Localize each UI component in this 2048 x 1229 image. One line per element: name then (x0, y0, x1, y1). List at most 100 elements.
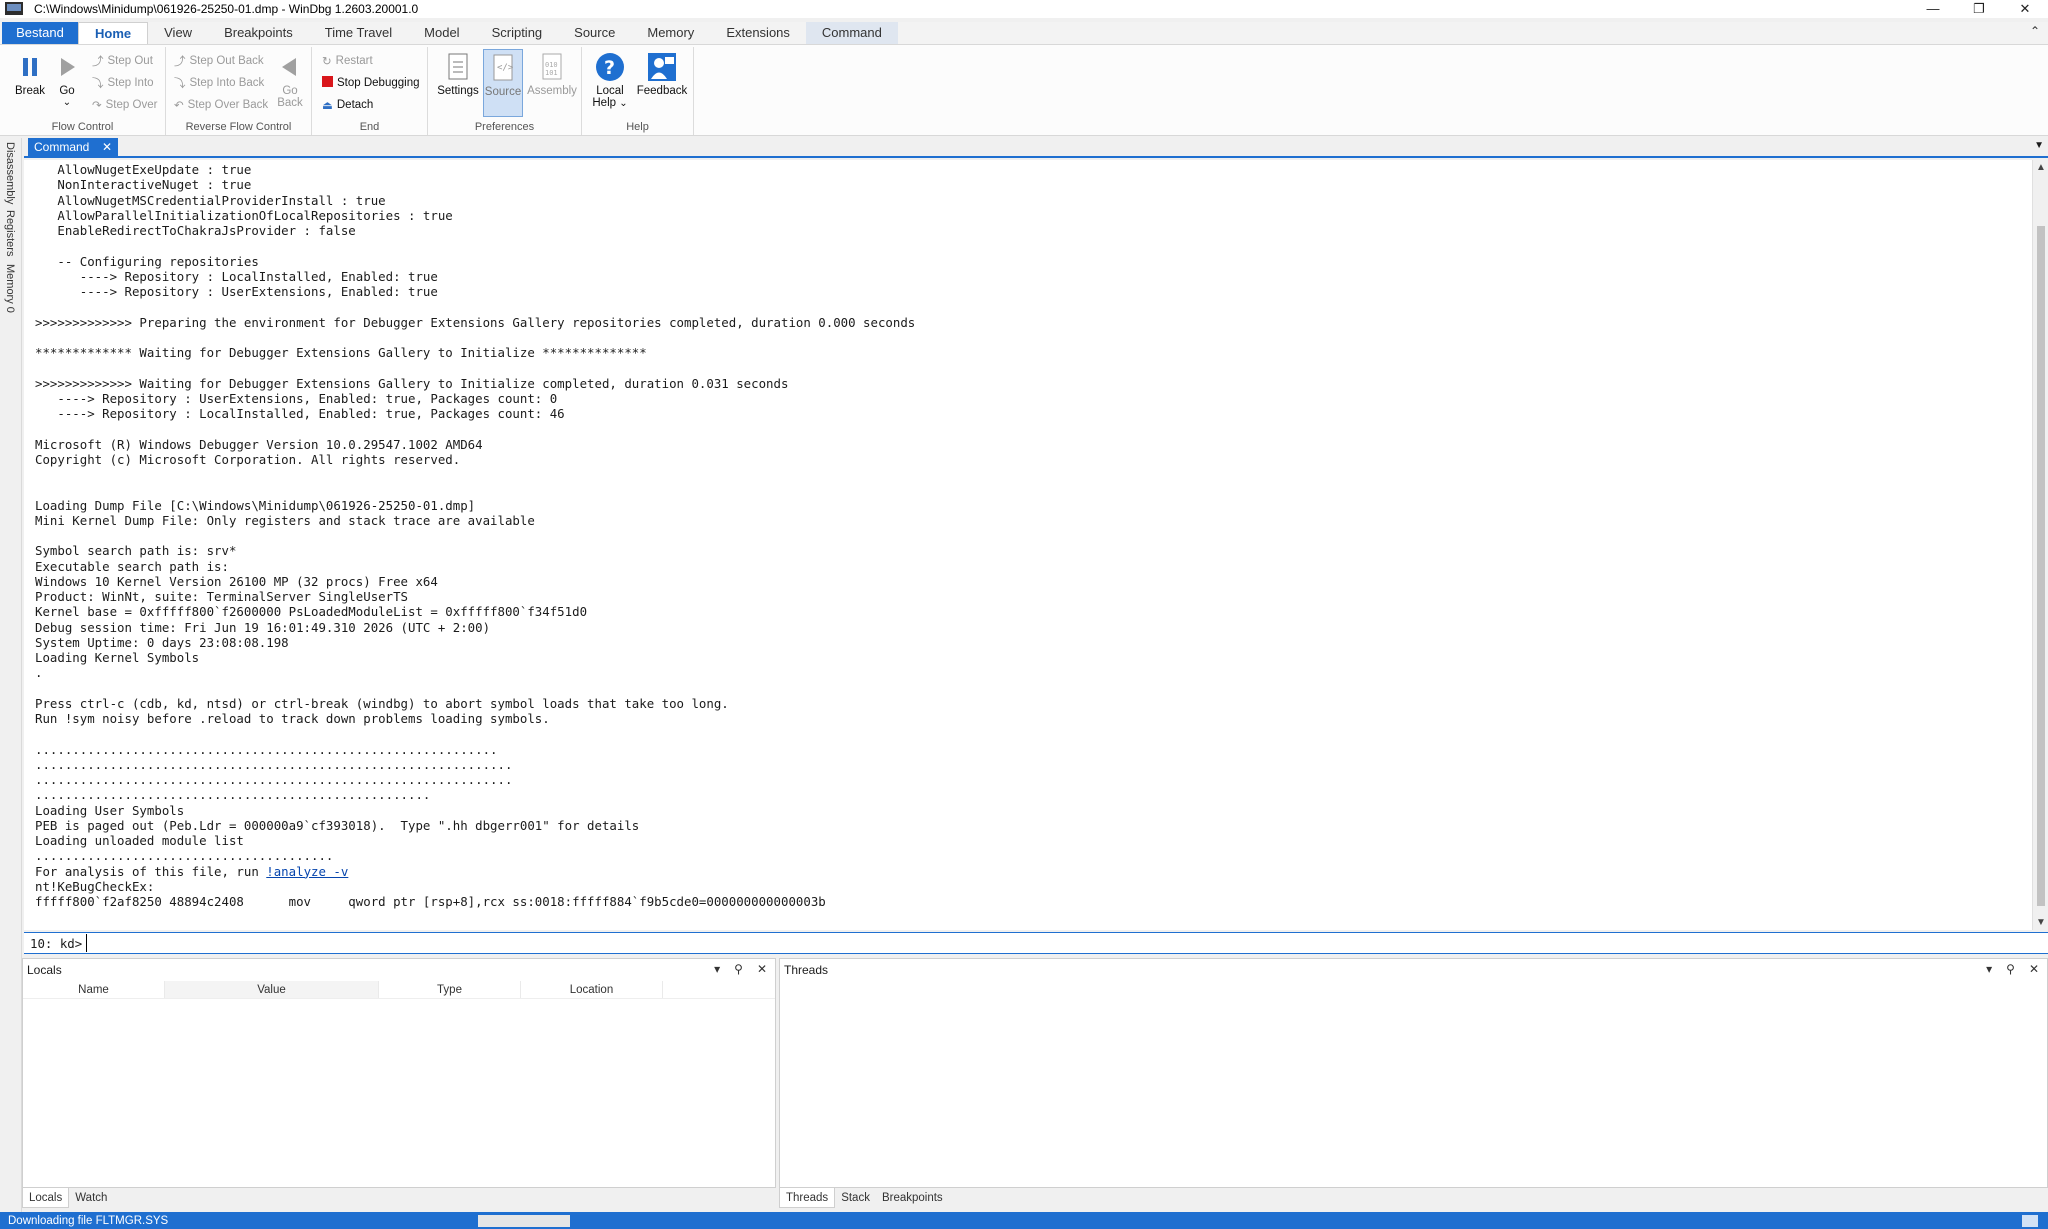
command-output-scrollbar[interactable]: ▲ ▼ (2032, 160, 2048, 930)
tab-memory[interactable]: Memory (631, 22, 710, 44)
side-tab-strip: Disassembly Registers Memory 0 (0, 138, 22, 1212)
output-line: Run !sym noisy before .reload to track d… (35, 711, 550, 726)
tab-home[interactable]: Home (78, 22, 149, 44)
go-button[interactable]: Go ⌄ (48, 49, 86, 117)
step-into-button[interactable]: ⤵ Step Into (92, 73, 154, 93)
output-line: Mini Kernel Dump File: Only registers an… (35, 512, 535, 528)
pin-icon[interactable]: ⚲ (2006, 962, 2015, 976)
restart-button[interactable]: ↻ Restart (322, 51, 373, 71)
tab-scripting[interactable]: Scripting (476, 22, 559, 44)
threads-pane: Threads ▾ ⚲ ✕ (779, 958, 2048, 1188)
restore-button[interactable]: ❐ (1956, 0, 2002, 18)
output-line: ........................................… (35, 741, 498, 757)
output-line: Kernel base = 0xfffff800`f2600000 PsLoad… (35, 604, 588, 620)
go-back-button[interactable]: Go Back (272, 49, 308, 117)
assembly-mode-button[interactable]: 010 101 Assembly (526, 49, 578, 117)
detach-button[interactable]: ⏏ Detach (322, 95, 373, 115)
status-text: Downloading file FLTMGR.SYS (8, 1214, 169, 1227)
threads-pane-tabs: Threads Stack Breakpoints (779, 1188, 949, 1208)
close-icon[interactable]: ✕ (2029, 962, 2039, 976)
chevron-down-icon[interactable]: ▾ (714, 962, 720, 976)
analyze-link[interactable]: !analyze -v (266, 864, 348, 879)
svg-text:?: ? (604, 57, 615, 79)
status-bar: Downloading file FLTMGR.SYS (0, 1212, 2048, 1229)
output-line: ----> Repository : UserExtensions, Enabl… (79, 284, 438, 299)
ribbon-tab-strip: Bestand Home View Breakpoints Time Trave… (0, 22, 2048, 44)
output-line: ........................................… (35, 787, 431, 803)
close-button[interactable]: ✕ (2002, 0, 2048, 18)
settings-button[interactable]: Settings (436, 49, 480, 117)
group-reverse-flow-control: ⤴ Step Out Back ⤵ Step Into Back ↶ Step Ove… (166, 47, 312, 135)
step-out-back-icon: ⤴ (174, 56, 186, 68)
command-output[interactable]: AllowNugetExeUpdate : true NonInteractiv… (24, 160, 2032, 930)
column-value[interactable]: Value (165, 981, 379, 998)
step-over-icon: ↷ (92, 100, 102, 112)
source-mode-button[interactable]: </> Source (483, 49, 523, 117)
download-progress-bar (478, 1215, 570, 1227)
step-over-back-button[interactable]: ↶ Step Over Back (174, 95, 268, 115)
local-help-button[interactable]: ? Local Help ⌄ (588, 49, 632, 119)
stop-debugging-button[interactable]: Stop Debugging (322, 73, 419, 93)
output-line: Windows 10 Kernel Version 26100 MP (32 p… (35, 573, 438, 589)
break-button[interactable]: Break (10, 49, 50, 117)
tab-breakpoints-pane[interactable]: Breakpoints (876, 1188, 949, 1208)
tab-threads[interactable]: Threads (779, 1188, 836, 1208)
output-line: Microsoft (R) Windows Debugger Version 1… (35, 436, 483, 452)
pane-title: Threads (780, 959, 2047, 981)
command-input[interactable] (86, 934, 2048, 952)
scroll-down-icon[interactable]: ▼ (2036, 917, 2046, 928)
output-line: System Uptime: 0 days 23:08:08.198 (35, 634, 289, 650)
output-tail-line: fffff800`f2af8250 48894c2408 mov qword p… (35, 894, 826, 909)
svg-text:101: 101 (545, 69, 558, 77)
output-line: AllowNugetMSCredentialProviderInstall : … (57, 192, 386, 208)
tab-time-travel[interactable]: Time Travel (309, 22, 408, 44)
ribbon-collapse-icon[interactable]: ⌃ (2030, 24, 2040, 38)
output-line: Executable search path is: (35, 558, 229, 574)
tab-command[interactable]: Command (805, 22, 898, 44)
pause-icon (10, 49, 50, 85)
pane-title: Locals (23, 959, 775, 981)
prompt-label: 10: kd> (30, 935, 83, 951)
tab-stack[interactable]: Stack (835, 1188, 876, 1208)
close-icon[interactable]: ✕ (102, 140, 112, 154)
tab-source[interactable]: Source (558, 22, 631, 44)
step-out-back-button[interactable]: ⤴ Step Out Back (174, 51, 264, 71)
output-line: >>>>>>>>>>>>> Preparing the environment … (35, 314, 916, 330)
tab-bestand[interactable]: Bestand (2, 22, 78, 44)
side-tab-memory[interactable]: Memory 0 (4, 264, 16, 313)
feedback-icon (636, 49, 688, 85)
step-over-button[interactable]: ↷ Step Over (92, 95, 157, 115)
feedback-button[interactable]: Feedback (636, 49, 688, 117)
output-line: ----> Repository : LocalInstalled, Enabl… (79, 268, 438, 284)
column-name[interactable]: Name (23, 981, 165, 998)
step-over-back-icon: ↶ (174, 100, 184, 112)
svg-text:010: 010 (545, 61, 558, 69)
output-line: ************* Waiting for Debugger Exten… (35, 345, 647, 360)
tab-breakpoints[interactable]: Breakpoints (208, 22, 309, 44)
scroll-thumb[interactable] (2037, 226, 2045, 906)
tab-locals[interactable]: Locals (22, 1188, 70, 1208)
column-type[interactable]: Type (379, 981, 521, 998)
tab-model[interactable]: Model (408, 22, 475, 44)
document-tab-bar: Command ✕ ▼ (24, 138, 2048, 158)
reverse-play-icon (272, 49, 308, 85)
close-icon[interactable]: ✕ (757, 962, 767, 976)
side-tab-registers[interactable]: Registers (4, 210, 16, 256)
tab-view[interactable]: View (148, 22, 208, 44)
step-out-button[interactable]: ⤴ Step Out (92, 51, 153, 71)
tab-command-window[interactable]: Command ✕ (28, 138, 118, 156)
step-into-back-button[interactable]: ⤵ Step Into Back (174, 73, 264, 93)
scroll-up-icon[interactable]: ▲ (2036, 162, 2046, 173)
tab-extensions[interactable]: Extensions (710, 22, 806, 44)
output-line: Symbol search path is: srv* (35, 543, 237, 559)
minimize-button[interactable]: — (1910, 0, 1956, 18)
assembly-icon: 010 101 (526, 49, 578, 85)
tab-list-dropdown-icon[interactable]: ▼ (2034, 140, 2044, 151)
notification-icon[interactable] (2022, 1215, 2038, 1227)
locals-pane: Locals ▾ ⚲ ✕ Name Value Type Location (22, 958, 776, 1188)
pin-icon[interactable]: ⚲ (734, 962, 743, 976)
column-location[interactable]: Location (521, 981, 663, 998)
side-tab-disassembly[interactable]: Disassembly (4, 142, 16, 204)
tab-watch[interactable]: Watch (69, 1188, 113, 1208)
chevron-down-icon[interactable]: ▾ (1986, 962, 1992, 976)
